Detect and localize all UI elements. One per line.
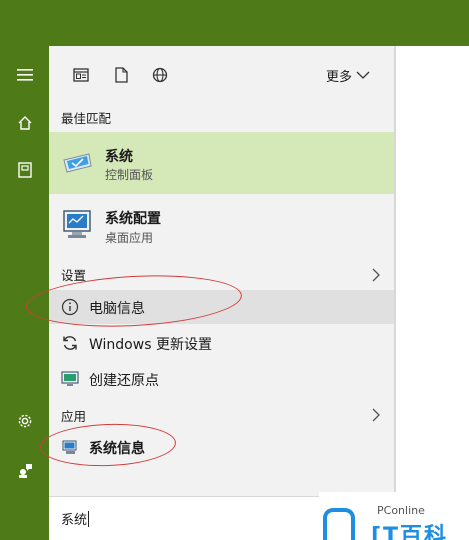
restore-monitor-icon [61,370,79,388]
result-title: 系统配置 [105,211,161,227]
chevron-right-icon[interactable] [372,407,380,426]
hamburger-icon[interactable] [0,62,49,88]
result-system-control-panel[interactable]: 系统 控制面板 [49,132,394,194]
text-caret [88,511,90,527]
refresh-icon [61,334,79,352]
section-heading-apps: 应用 [61,409,87,424]
web-filter-icon[interactable] [148,64,172,86]
more-filters-button[interactable]: 更多 [326,64,370,86]
chevron-down-icon [356,71,370,79]
settings-item-label: Windows 更新设置 [89,337,212,353]
feedback-icon[interactable] [0,457,49,483]
desktop-background [0,0,469,46]
watermark-title: [T百科 [371,524,449,540]
settings-icon[interactable] [0,408,49,434]
chevron-right-icon[interactable] [372,267,380,286]
more-label: 更多 [326,69,353,85]
settings-item-windows-update[interactable]: Windows 更新设置 [49,326,394,360]
apps-filter-icon[interactable] [69,64,93,86]
settings-item-create-restore-point[interactable]: 创建还原点 [49,362,394,396]
watermark-brand: PConline [377,504,425,517]
system-monitor-icon [61,146,95,180]
pconline-logo-icon [323,508,355,540]
settings-item-label: 创建还原点 [89,373,159,389]
desktop-background-right [394,46,469,540]
result-subtitle: 桌面应用 [105,231,154,245]
filter-toolbar: 更多 [49,46,394,102]
result-system-configuration[interactable]: 系统配置 桌面应用 [49,200,394,252]
system-config-icon [61,208,95,242]
notebook-icon[interactable] [0,157,49,183]
search-value: 系统 [61,511,90,528]
result-subtitle: 控制面板 [105,168,154,182]
result-title: 系统 [105,149,133,165]
section-heading-best-match: 最佳匹配 [61,111,112,126]
documents-filter-icon[interactable] [109,64,133,86]
watermark-logo: PConline [T百科 [319,492,469,540]
home-icon[interactable] [0,110,49,136]
